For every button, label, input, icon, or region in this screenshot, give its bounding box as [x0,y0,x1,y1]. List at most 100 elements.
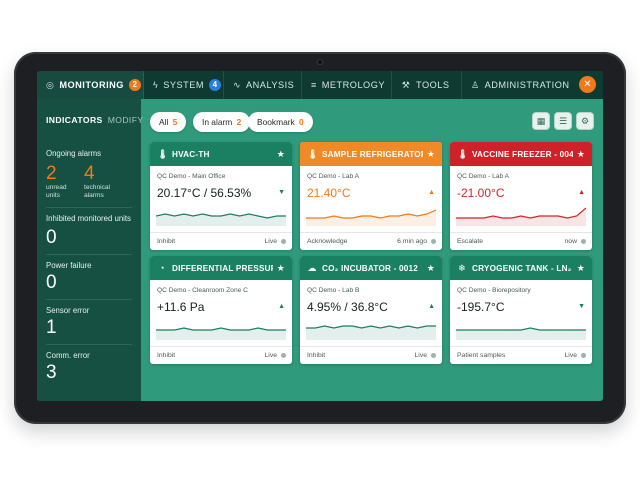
gauge-icon: ◔ [159,263,165,273]
filter-bookmark[interactable]: Bookmark 0 [248,112,313,132]
filter-label: All [159,117,169,127]
star-icon[interactable]: ★ [277,263,285,274]
inhibited-value: 0 [46,227,57,248]
nav-administration[interactable]: ♙ ADMINISTRATION [462,71,572,99]
card-header: 🌡︎ VACCINE FREEZER - 0047 ★ [450,142,592,166]
card-footer: Inhibit Live [150,232,292,250]
nav-label: MONITORING [59,80,124,90]
settings-icon: ⚙ [580,116,590,126]
card-title: HVAC-TH [172,149,210,159]
main-content: All 5 In alarm 2 Bookmark 0 ▦ ☰ ⚙ 🌡︎ HVA… [141,99,603,401]
nav-system[interactable]: ϟ SYSTEM 4 [144,71,224,99]
trend-up-icon: ▲ [578,189,585,196]
card-location: QC Demo - Biorepository [457,287,531,294]
power-failure-block[interactable]: Power failure 0 [46,254,132,294]
trend-up-icon: ▲ [278,303,285,310]
sparkline-line [456,207,586,219]
technical-alarms[interactable]: 4 technical alarms [84,164,118,200]
card-action[interactable]: Acknowledge [307,238,347,245]
card-status: 6 min ago [397,238,427,245]
filter-label: Bookmark [257,117,295,127]
thermometer-icon: 🌡︎ [157,148,169,159]
user-icon: ♙ [471,79,480,90]
card-header: 🌡︎ HVAC-TH ★ [150,142,292,166]
card-action[interactable]: Escalate [457,238,483,245]
card-action[interactable]: Inhibit [307,352,325,359]
technical-value: 4 [84,163,95,184]
ongoing-alarms-block: Ongoing alarms 2 unread units 4 technica… [46,149,132,200]
nav-tools[interactable]: ⚒ TOOLS [392,71,462,99]
star-icon[interactable]: ★ [427,263,435,274]
status-dot [431,353,436,358]
nav-label: TOOLS [416,80,450,90]
sensor-card-sample-refrigerator[interactable]: 🌡︎ SAMPLE REFRIGERATOR - 0028 ★ QC Demo … [300,142,442,250]
list-view-button[interactable]: ☰ [554,112,572,130]
star-icon[interactable]: ★ [577,149,585,160]
pulse-icon: ∿ [233,79,242,90]
indicators-sidebar: INDICATORS MODIFY Ongoing alarms 2 unrea… [37,99,144,401]
card-location: QC Demo - Lab A [457,173,510,180]
nav-monitoring[interactable]: ◎ MONITORING 2 [37,71,144,99]
card-location: QC Demo - Lab A [307,173,360,180]
star-icon[interactable]: ★ [277,149,285,160]
sparkline [156,327,286,340]
unread-value: 2 [46,163,57,184]
tab-modify[interactable]: MODIFY [108,115,144,125]
close-button[interactable]: ✕ [579,76,596,93]
nav-badge: 4 [209,79,222,91]
filter-in-alarm[interactable]: In alarm 2 [193,112,251,132]
comm-error-block[interactable]: Comm. error 3 [46,344,132,384]
card-status: now [564,238,577,245]
card-footer: Acknowledge 6 min ago [300,232,442,250]
card-title: VACCINE FREEZER - 0047 [472,149,573,159]
status-dot [281,353,286,358]
card-action[interactable]: Inhibit [157,352,175,359]
sensor-card-co2-incubator[interactable]: ☁ CO₂ INCUBATOR - 0012 ★ QC Demo - Lab B… [300,256,442,364]
trend-up-icon: ▲ [428,303,435,310]
unread-caption: unread units [46,184,67,199]
card-location: QC Demo - Cleanroom Zone C [157,287,248,294]
top-nav: ◎ MONITORING 2 ϟ SYSTEM 4 ∿ ANALYSIS ≡ M… [37,71,603,99]
card-location: QC Demo - Lab B [307,287,360,294]
ongoing-alarms-values: 2 unread units 4 technical alarms [46,164,132,200]
star-icon[interactable]: ★ [427,149,435,160]
trend-up-icon: ▲ [428,189,435,196]
wrench-icon: ⚒ [401,79,411,90]
filter-count: 0 [299,117,304,127]
sparkline [306,325,436,340]
card-footer: Inhibit Live [150,346,292,364]
sensor-error-label: Sensor error [46,306,90,315]
card-status: Live [564,352,577,359]
inhibited-block[interactable]: Inhibited monitored units 0 [46,207,132,249]
card-status: Live [264,238,277,245]
list-view-icon: ☰ [558,116,568,126]
card-action[interactable]: Inhibit [157,238,175,245]
sensor-card-vaccine-freezer[interactable]: 🌡︎ VACCINE FREEZER - 0047 ★ QC Demo - La… [450,142,592,250]
thermometer-icon: 🌡︎ [307,148,319,159]
filter-label: In alarm [202,117,233,127]
filter-all[interactable]: All 5 [150,112,187,132]
card-value: -195.7°C [457,300,505,314]
status-dot [581,239,586,244]
technical-caption: technical alarms [84,184,111,199]
card-title: CRYOGENIC TANK - LN₂ [472,263,572,273]
settings-button[interactable]: ⚙ [576,112,594,130]
status-dot [281,239,286,244]
nav-analysis[interactable]: ∿ ANALYSIS [224,71,302,99]
sensor-card-cryogenic-tank[interactable]: ❄ CRYOGENIC TANK - LN₂ ★ QC Demo - Biore… [450,256,592,364]
card-footer: Inhibit Live [300,346,442,364]
card-action[interactable]: Patient samples [457,352,505,359]
menu-lines-icon: ≡ [311,80,317,90]
tab-indicators[interactable]: INDICATORS [46,115,103,125]
sparkline [156,213,286,226]
app-screen: ◎ MONITORING 2 ϟ SYSTEM 4 ∿ ANALYSIS ≡ M… [37,71,603,401]
bolt-icon: ϟ [153,80,159,90]
unread-units[interactable]: 2 unread units [46,164,72,200]
nav-metrology[interactable]: ≡ METROLOGY [302,71,392,99]
sensor-card-differential-pressure[interactable]: ◔ DIFFERENTIAL PRESSURE ★ QC Demo - Clea… [150,256,292,364]
star-icon[interactable]: ★ [577,263,585,274]
card-value: 21.40°C [307,186,351,200]
grid-view-button[interactable]: ▦ [532,112,550,130]
sensor-card-hvac[interactable]: 🌡︎ HVAC-TH ★ QC Demo - Main Office 20.17… [150,142,292,250]
sensor-error-block[interactable]: Sensor error 1 [46,299,132,339]
